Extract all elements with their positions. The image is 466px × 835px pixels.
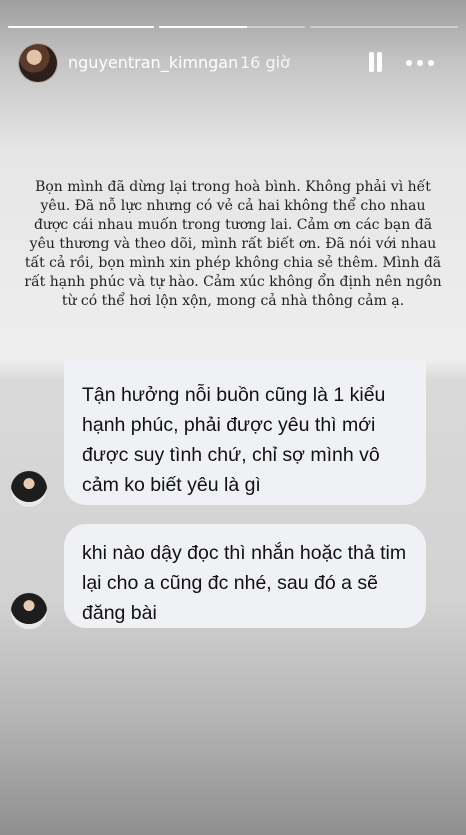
progress-fill-2: [159, 26, 247, 28]
story-progress: [8, 26, 458, 28]
story-header: nguyentran_kimngan 16 giờ: [0, 40, 466, 86]
chat-screenshot: Tận hưởng nỗi buồn cũng là 1 kiểu hạnh p…: [0, 360, 466, 650]
profile-avatar[interactable]: [18, 43, 58, 83]
chat-avatar-1: [10, 470, 48, 508]
chat-message-1: Tận hưởng nỗi buồn cũng là 1 kiểu hạnh p…: [64, 360, 426, 505]
progress-segment-2: [159, 26, 305, 28]
more-icon[interactable]: [404, 52, 436, 74]
progress-segment-1: [8, 26, 154, 28]
pause-icon[interactable]: [365, 52, 385, 74]
story-viewer[interactable]: nguyentran_kimngan 16 giờ Bọn mình đã dừ…: [0, 0, 466, 835]
chat-message-2: khi nào dậy đọc thì nhắn hoặc thả tim lạ…: [64, 524, 426, 628]
progress-segment-3: [310, 26, 458, 28]
progress-fill-1: [8, 26, 154, 28]
chat-avatar-2: [10, 592, 48, 630]
story-caption: Bọn mình đã dừng lại trong hoà bình. Khô…: [24, 179, 442, 309]
username[interactable]: nguyentran_kimngan: [68, 53, 238, 72]
post-time: 16 giờ: [240, 53, 290, 72]
